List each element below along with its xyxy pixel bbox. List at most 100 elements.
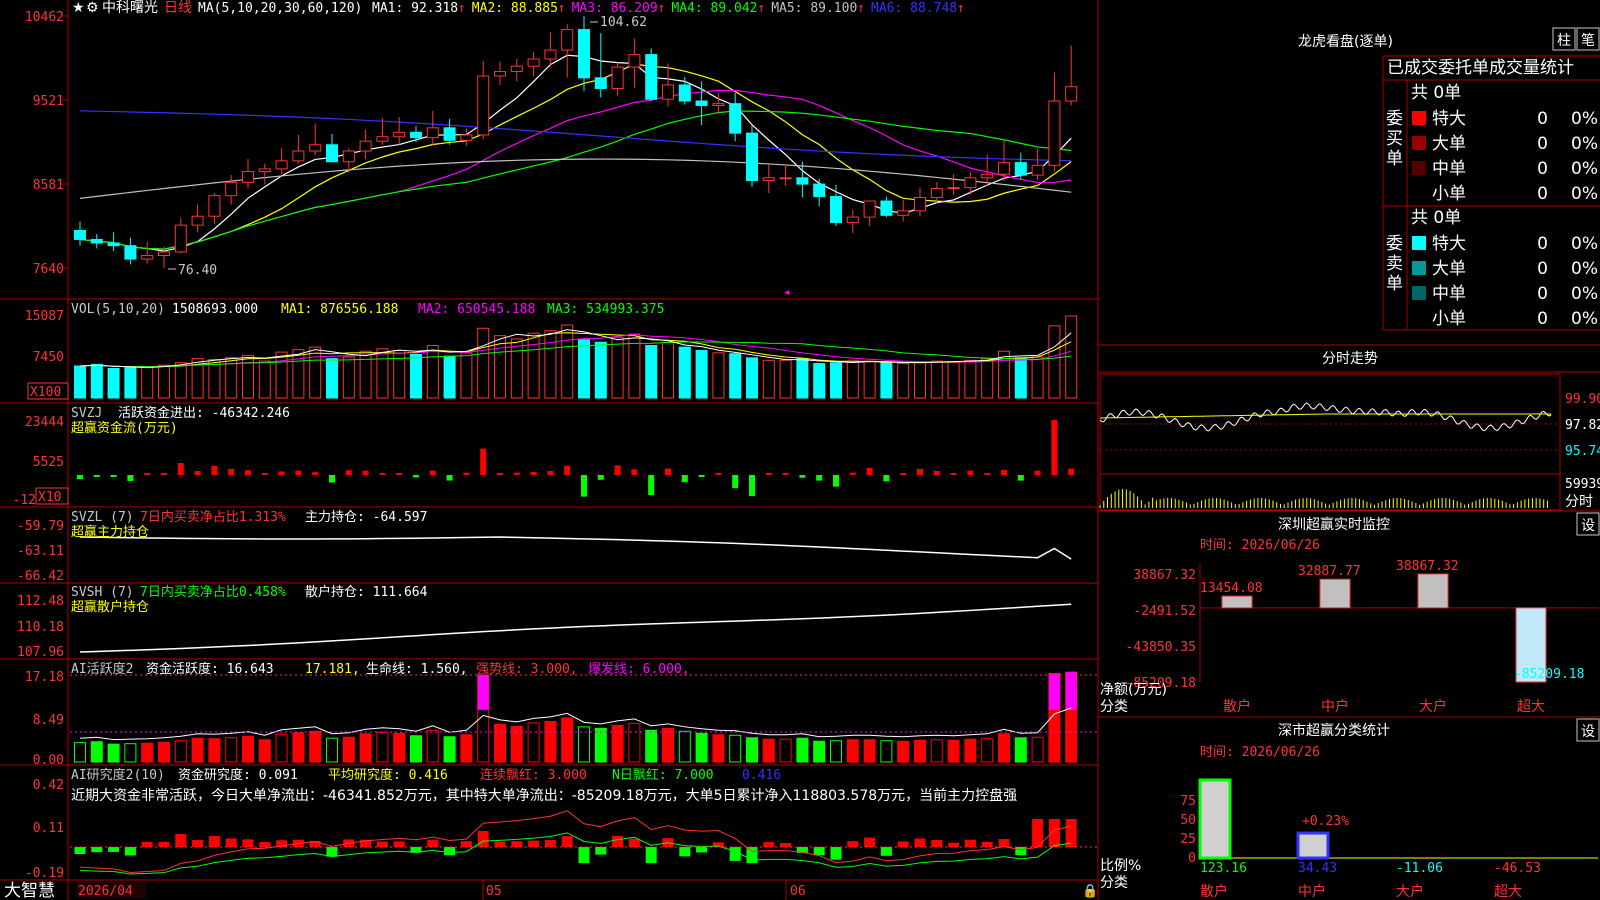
gear-icon[interactable]: ⚙ <box>86 0 99 16</box>
volume-bar <box>561 324 574 399</box>
ai-research-bar <box>1065 819 1077 847</box>
ai2-bar <box>174 740 187 763</box>
ai2-bar <box>426 729 439 763</box>
volume-bars <box>74 315 1078 399</box>
volume-bar <box>527 332 540 399</box>
svzj-bar <box>849 472 856 475</box>
sell-label-char: 单 <box>1386 274 1403 294</box>
volume-bar <box>208 358 221 399</box>
monitor-cat-label: 大户 <box>1419 698 1447 715</box>
ai2-bar <box>863 739 876 763</box>
classify-annotation: +0.23% <box>1302 814 1349 829</box>
svzj-bar <box>900 473 907 475</box>
svzj-axis-label: 5525 <box>33 455 64 470</box>
price-axis-ticks <box>62 15 68 269</box>
dragon-row-name: 大单 <box>1432 134 1466 154</box>
dragon-row-count: 0 <box>1537 284 1548 304</box>
svzj-bar <box>1051 420 1058 475</box>
ai2-axis-label: 8.49 <box>33 713 64 728</box>
classify-title: 深市超赢分类统计 <box>1278 722 1390 739</box>
ai2-bar <box>208 738 221 763</box>
dragon-row-name: 小单 <box>1432 309 1466 329</box>
classify-time: 时间: 2026/06/26 <box>1200 745 1320 760</box>
svzj-bar <box>547 471 554 475</box>
ai-research-bar <box>511 841 523 847</box>
ma-value: MA3: 86.209 <box>572 1 658 16</box>
candle-body <box>964 177 977 189</box>
ai2-bar <box>1031 736 1044 763</box>
ai-research-bar <box>595 847 607 855</box>
tick-mode-label: 笔 <box>1581 33 1595 49</box>
buy-label-char: 委 <box>1386 109 1403 129</box>
candle-body <box>645 54 658 100</box>
svzj-bar <box>429 470 436 475</box>
high-annotation: 104.62 <box>600 15 647 30</box>
svzj-bar <box>799 475 806 478</box>
dragon-row-pct: 0% <box>1571 159 1598 179</box>
volume-bar <box>174 362 187 399</box>
ai-research-bar <box>964 839 976 847</box>
svsh-axis-label: 110.18 <box>17 620 64 635</box>
ai2-bar <box>410 735 422 763</box>
ai2-bar <box>678 730 691 763</box>
ai2-bar <box>998 733 1010 763</box>
svzj-bar <box>715 473 722 475</box>
vol-ma3: MA3: 534993.375 <box>547 302 664 317</box>
volume-bar <box>914 361 926 399</box>
dragon-row-count: 0 <box>1537 159 1548 179</box>
monitor-axis-label: -43850.35 <box>1126 640 1196 655</box>
vol-axis-label: 15087 <box>25 309 64 324</box>
vol-value: 1508693.000 <box>172 302 258 317</box>
air-v5: 0.416 <box>742 768 781 783</box>
ai2-bar <box>897 740 910 763</box>
classify-cat-label: 散户 <box>1200 883 1228 900</box>
air-message: 近期大资金非常活跃，今日大单净流出：-46341.852万元，其中特大单净流出：… <box>71 787 1017 804</box>
period-label[interactable]: 日线 <box>164 0 192 16</box>
ai2-bar <box>729 734 742 763</box>
svzj-bar <box>93 475 100 477</box>
candle-body <box>359 140 372 152</box>
volume-bar <box>477 327 490 399</box>
buy-label-char: 单 <box>1386 149 1403 169</box>
svzj-bar <box>614 465 621 475</box>
ma-line <box>79 110 1072 250</box>
legend-swatch <box>1412 186 1426 200</box>
svzl-line <box>79 536 1072 560</box>
monitor-bar <box>1319 578 1351 609</box>
ai2-bar <box>611 724 624 763</box>
ai2-bar <box>813 740 826 763</box>
ai2-bar <box>930 739 943 763</box>
monitor-time: 时间: 2026/06/26 <box>1200 538 1320 553</box>
volume-bar <box>393 349 406 399</box>
svzj-bar <box>950 473 957 475</box>
svzj-bar <box>1034 470 1041 475</box>
svzj-bar <box>211 465 218 475</box>
ai2-bar <box>494 723 506 763</box>
legend-swatch <box>1412 311 1426 325</box>
sell-total: 共 0单 <box>1411 208 1461 228</box>
ai-research-bar <box>679 847 691 857</box>
volume-bar <box>578 339 590 399</box>
svzj-unit: X10 <box>38 490 61 505</box>
classify-value: 34.43 <box>1298 861 1337 876</box>
candle-body <box>561 29 574 51</box>
candle-body <box>662 84 674 100</box>
candle-body <box>107 242 120 247</box>
monitor-bar-label: 32887.77 <box>1298 564 1361 579</box>
svzl-title: SVZL (7) <box>71 510 134 525</box>
dragon-row-pct: 0% <box>1571 309 1598 329</box>
lock-icon[interactable]: 🔒 <box>1082 884 1098 899</box>
legend-swatch <box>1412 261 1426 275</box>
brand-logo: 大智慧 <box>4 881 55 900</box>
candle-body <box>1031 164 1044 176</box>
classify-value: 123.16 <box>1200 861 1247 876</box>
svzj-axis-label: 23444 <box>25 415 64 430</box>
svzj-bar <box>917 469 923 475</box>
ai-research-bar <box>561 836 573 847</box>
star-icon[interactable]: ★ <box>72 0 85 16</box>
dragon-row-name: 大单 <box>1432 259 1466 279</box>
ai2-bar <box>947 739 960 763</box>
svzj-bar <box>1017 475 1024 481</box>
ai2-bar <box>830 740 842 763</box>
dragon-row-pct: 0% <box>1571 259 1598 279</box>
